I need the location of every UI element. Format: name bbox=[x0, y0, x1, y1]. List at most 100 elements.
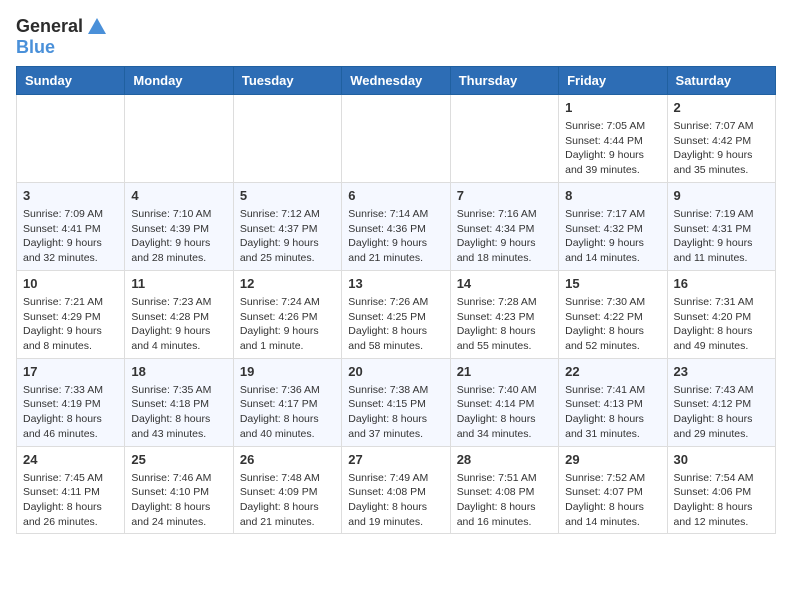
day-number: 19 bbox=[240, 363, 335, 381]
calendar-cell: 12 Sunrise: 7:24 AM Sunset: 4:26 PM Dayli… bbox=[233, 270, 341, 358]
day-info: Sunrise: 7:41 AM Sunset: 4:13 PM Dayligh… bbox=[565, 383, 660, 442]
calendar-cell: 21 Sunrise: 7:40 AM Sunset: 4:14 PM Dayli… bbox=[450, 358, 558, 446]
logo-text-blue: Blue bbox=[16, 38, 55, 58]
day-number: 21 bbox=[457, 363, 552, 381]
day-number: 4 bbox=[131, 187, 226, 205]
calendar-week-row: 3Sunrise: 7:09 AM Sunset: 4:41 PM Daylig… bbox=[17, 182, 776, 270]
calendar-cell: 11 Sunrise: 7:23 AM Sunset: 4:28 PM Dayli… bbox=[125, 270, 233, 358]
day-info: Sunrise: 7:10 AM Sunset: 4:39 PM Dayligh… bbox=[131, 207, 226, 266]
day-info: Sunrise: 7:38 AM Sunset: 4:15 PM Dayligh… bbox=[348, 383, 443, 442]
day-info: Sunrise: 7:24 AM Sunset: 4:26 PM Dayligh… bbox=[240, 295, 335, 354]
calendar-cell: 14Sunrise: 7:28 AM Sunset: 4:23 PM Dayli… bbox=[450, 270, 558, 358]
calendar-cell: 1 Sunrise: 7:05 AM Sunset: 4:44 PM Daylig… bbox=[559, 94, 667, 182]
day-info: Sunrise: 7:05 AM Sunset: 4:44 PM Dayligh… bbox=[565, 119, 660, 178]
calendar-cell: 27 Sunrise: 7:49 AM Sunset: 4:08 PM Dayli… bbox=[342, 446, 450, 534]
day-number: 2 bbox=[674, 99, 769, 117]
day-info: Sunrise: 7:36 AM Sunset: 4:17 PM Dayligh… bbox=[240, 383, 335, 442]
day-info: Sunrise: 7:09 AM Sunset: 4:41 PM Dayligh… bbox=[23, 207, 118, 266]
calendar-header-row: SundayMondayTuesdayWednesdayThursdayFrid… bbox=[17, 66, 776, 94]
calendar-cell: 16 Sunrise: 7:31 AM Sunset: 4:20 PM Dayli… bbox=[667, 270, 775, 358]
day-number: 12 bbox=[240, 275, 335, 293]
day-number: 30 bbox=[674, 451, 769, 469]
day-info: Sunrise: 7:52 AM Sunset: 4:07 PM Dayligh… bbox=[565, 471, 660, 530]
day-info: Sunrise: 7:26 AM Sunset: 4:25 PM Dayligh… bbox=[348, 295, 443, 354]
day-info: Sunrise: 7:16 AM Sunset: 4:34 PM Dayligh… bbox=[457, 207, 552, 266]
day-number: 6 bbox=[348, 187, 443, 205]
calendar-cell: 19 Sunrise: 7:36 AM Sunset: 4:17 PM Dayli… bbox=[233, 358, 341, 446]
day-info: Sunrise: 7:14 AM Sunset: 4:36 PM Dayligh… bbox=[348, 207, 443, 266]
day-info: Sunrise: 7:43 AM Sunset: 4:12 PM Dayligh… bbox=[674, 383, 769, 442]
day-number: 17 bbox=[23, 363, 118, 381]
calendar-week-row: 17Sunrise: 7:33 AM Sunset: 4:19 PM Dayli… bbox=[17, 358, 776, 446]
day-info: Sunrise: 7:45 AM Sunset: 4:11 PM Dayligh… bbox=[23, 471, 118, 530]
day-number: 16 bbox=[674, 275, 769, 293]
calendar-cell bbox=[342, 94, 450, 182]
calendar-cell: 30 Sunrise: 7:54 AM Sunset: 4:06 PM Dayli… bbox=[667, 446, 775, 534]
calendar-cell: 28 Sunrise: 7:51 AM Sunset: 4:08 PM Dayli… bbox=[450, 446, 558, 534]
calendar-cell: 24 Sunrise: 7:45 AM Sunset: 4:11 PM Dayli… bbox=[17, 446, 125, 534]
day-number: 14 bbox=[457, 275, 552, 293]
calendar-cell bbox=[17, 94, 125, 182]
day-info: Sunrise: 7:30 AM Sunset: 4:22 PM Dayligh… bbox=[565, 295, 660, 354]
day-header-wednesday: Wednesday bbox=[342, 66, 450, 94]
calendar-cell: 25 Sunrise: 7:46 AM Sunset: 4:10 PM Dayli… bbox=[125, 446, 233, 534]
day-number: 18 bbox=[131, 363, 226, 381]
day-info: Sunrise: 7:31 AM Sunset: 4:20 PM Dayligh… bbox=[674, 295, 769, 354]
day-number: 15 bbox=[565, 275, 660, 293]
day-number: 11 bbox=[131, 275, 226, 293]
calendar-cell: 9Sunrise: 7:19 AM Sunset: 4:31 PM Daylig… bbox=[667, 182, 775, 270]
day-header-friday: Friday bbox=[559, 66, 667, 94]
page-header: General Blue bbox=[16, 16, 776, 58]
calendar-cell: 23 Sunrise: 7:43 AM Sunset: 4:12 PM Dayli… bbox=[667, 358, 775, 446]
calendar-cell: 26 Sunrise: 7:48 AM Sunset: 4:09 PM Dayli… bbox=[233, 446, 341, 534]
calendar-cell: 29 Sunrise: 7:52 AM Sunset: 4:07 PM Dayli… bbox=[559, 446, 667, 534]
calendar-cell: 10Sunrise: 7:21 AM Sunset: 4:29 PM Dayli… bbox=[17, 270, 125, 358]
day-number: 13 bbox=[348, 275, 443, 293]
day-number: 1 bbox=[565, 99, 660, 117]
calendar-cell: 7 Sunrise: 7:16 AM Sunset: 4:34 PM Daylig… bbox=[450, 182, 558, 270]
calendar-cell: 17Sunrise: 7:33 AM Sunset: 4:19 PM Dayli… bbox=[17, 358, 125, 446]
day-number: 27 bbox=[348, 451, 443, 469]
logo: General Blue bbox=[16, 16, 108, 58]
day-info: Sunrise: 7:54 AM Sunset: 4:06 PM Dayligh… bbox=[674, 471, 769, 530]
day-info: Sunrise: 7:23 AM Sunset: 4:28 PM Dayligh… bbox=[131, 295, 226, 354]
day-header-tuesday: Tuesday bbox=[233, 66, 341, 94]
logo-text-general: General bbox=[16, 17, 83, 37]
day-info: Sunrise: 7:12 AM Sunset: 4:37 PM Dayligh… bbox=[240, 207, 335, 266]
calendar-cell bbox=[450, 94, 558, 182]
calendar-cell: 2 Sunrise: 7:07 AM Sunset: 4:42 PM Daylig… bbox=[667, 94, 775, 182]
day-info: Sunrise: 7:49 AM Sunset: 4:08 PM Dayligh… bbox=[348, 471, 443, 530]
day-number: 29 bbox=[565, 451, 660, 469]
day-info: Sunrise: 7:48 AM Sunset: 4:09 PM Dayligh… bbox=[240, 471, 335, 530]
calendar-cell bbox=[233, 94, 341, 182]
calendar-cell: 18 Sunrise: 7:35 AM Sunset: 4:18 PM Dayli… bbox=[125, 358, 233, 446]
calendar-cell: 15 Sunrise: 7:30 AM Sunset: 4:22 PM Dayli… bbox=[559, 270, 667, 358]
calendar-cell: 8Sunrise: 7:17 AM Sunset: 4:32 PM Daylig… bbox=[559, 182, 667, 270]
day-header-thursday: Thursday bbox=[450, 66, 558, 94]
day-number: 25 bbox=[131, 451, 226, 469]
calendar-week-row: 24 Sunrise: 7:45 AM Sunset: 4:11 PM Dayli… bbox=[17, 446, 776, 534]
calendar-cell: 6 Sunrise: 7:14 AM Sunset: 4:36 PM Daylig… bbox=[342, 182, 450, 270]
day-number: 26 bbox=[240, 451, 335, 469]
day-number: 23 bbox=[674, 363, 769, 381]
day-number: 24 bbox=[23, 451, 118, 469]
day-number: 28 bbox=[457, 451, 552, 469]
calendar-week-row: 10Sunrise: 7:21 AM Sunset: 4:29 PM Dayli… bbox=[17, 270, 776, 358]
day-header-saturday: Saturday bbox=[667, 66, 775, 94]
calendar-cell: 5 Sunrise: 7:12 AM Sunset: 4:37 PM Daylig… bbox=[233, 182, 341, 270]
day-number: 10 bbox=[23, 275, 118, 293]
calendar-cell: 13 Sunrise: 7:26 AM Sunset: 4:25 PM Dayli… bbox=[342, 270, 450, 358]
calendar-cell: 4 Sunrise: 7:10 AM Sunset: 4:39 PM Daylig… bbox=[125, 182, 233, 270]
day-info: Sunrise: 7:40 AM Sunset: 4:14 PM Dayligh… bbox=[457, 383, 552, 442]
logo-icon bbox=[86, 16, 108, 38]
day-number: 5 bbox=[240, 187, 335, 205]
calendar-table: SundayMondayTuesdayWednesdayThursdayFrid… bbox=[16, 66, 776, 535]
day-info: Sunrise: 7:46 AM Sunset: 4:10 PM Dayligh… bbox=[131, 471, 226, 530]
day-info: Sunrise: 7:17 AM Sunset: 4:32 PM Dayligh… bbox=[565, 207, 660, 266]
day-info: Sunrise: 7:19 AM Sunset: 4:31 PM Dayligh… bbox=[674, 207, 769, 266]
day-info: Sunrise: 7:35 AM Sunset: 4:18 PM Dayligh… bbox=[131, 383, 226, 442]
day-info: Sunrise: 7:51 AM Sunset: 4:08 PM Dayligh… bbox=[457, 471, 552, 530]
day-info: Sunrise: 7:07 AM Sunset: 4:42 PM Dayligh… bbox=[674, 119, 769, 178]
calendar-cell: 22Sunrise: 7:41 AM Sunset: 4:13 PM Dayli… bbox=[559, 358, 667, 446]
day-number: 7 bbox=[457, 187, 552, 205]
